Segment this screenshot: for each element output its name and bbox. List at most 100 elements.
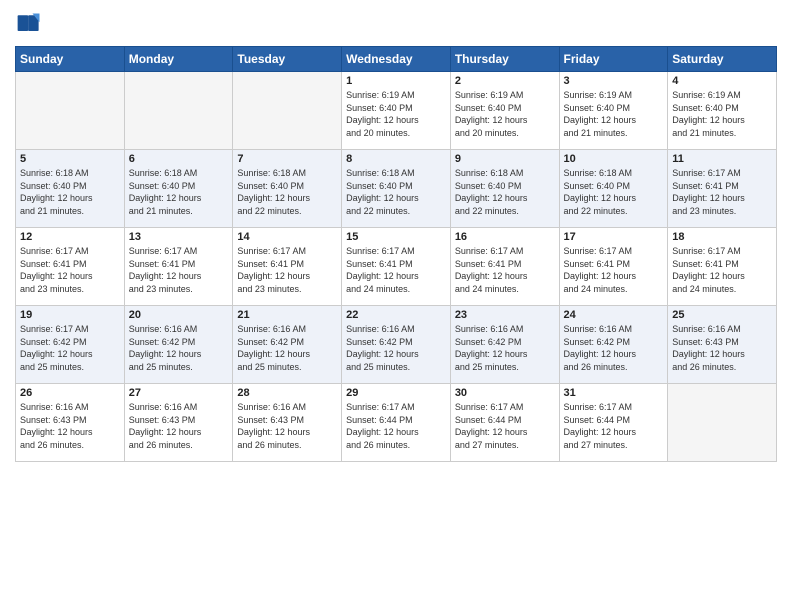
calendar-cell bbox=[124, 72, 233, 150]
calendar-cell: 15 Sunrise: 6:17 AM Sunset: 6:41 PM Dayli… bbox=[342, 228, 451, 306]
calendar-page: SundayMondayTuesdayWednesdayThursdayFrid… bbox=[0, 0, 792, 612]
day-info: Sunrise: 6:16 AM Sunset: 6:42 PM Dayligh… bbox=[455, 323, 555, 373]
day-info: Sunrise: 6:17 AM Sunset: 6:44 PM Dayligh… bbox=[346, 401, 446, 451]
day-info: Sunrise: 6:17 AM Sunset: 6:44 PM Dayligh… bbox=[564, 401, 664, 451]
day-number: 8 bbox=[346, 153, 446, 165]
calendar-cell: 12 Sunrise: 6:17 AM Sunset: 6:41 PM Dayli… bbox=[16, 228, 125, 306]
calendar-cell: 31Sunrise: 6:17 AM Sunset: 6:44 PM Dayli… bbox=[559, 384, 668, 462]
day-info: Sunrise: 6:18 AM Sunset: 6:40 PM Dayligh… bbox=[237, 167, 337, 217]
calendar-cell: 20 Sunrise: 6:16 AM Sunset: 6:42 PM Dayli… bbox=[124, 306, 233, 384]
day-info: Sunrise: 6:16 AM Sunset: 6:43 PM Dayligh… bbox=[129, 401, 229, 451]
day-number: 24 bbox=[564, 309, 664, 321]
weekday-header-tuesday: Tuesday bbox=[233, 47, 342, 72]
calendar-cell: 9Sunrise: 6:18 AM Sunset: 6:40 PM Daylig… bbox=[450, 150, 559, 228]
day-number: 21 bbox=[237, 309, 337, 321]
day-info: Sunrise: 6:16 AM Sunset: 6:43 PM Dayligh… bbox=[672, 323, 772, 373]
calendar-cell: 10 Sunrise: 6:18 AM Sunset: 6:40 PM Dayli… bbox=[559, 150, 668, 228]
day-number: 17 bbox=[564, 231, 664, 243]
day-info: Sunrise: 6:16 AM Sunset: 6:42 PM Dayligh… bbox=[346, 323, 446, 373]
day-number: 11 bbox=[672, 153, 772, 165]
calendar-cell bbox=[668, 384, 777, 462]
weekday-header-thursday: Thursday bbox=[450, 47, 559, 72]
day-number: 28 bbox=[237, 387, 337, 399]
week-row-2: 5 Sunrise: 6:18 AM Sunset: 6:40 PM Daylig… bbox=[16, 150, 777, 228]
day-info: Sunrise: 6:17 AM Sunset: 6:41 PM Dayligh… bbox=[237, 245, 337, 295]
calendar-cell: 11 Sunrise: 6:17 AM Sunset: 6:41 PM Dayli… bbox=[668, 150, 777, 228]
calendar-cell: 28 Sunrise: 6:16 AM Sunset: 6:43 PM Dayli… bbox=[233, 384, 342, 462]
day-info: Sunrise: 6:17 AM Sunset: 6:41 PM Dayligh… bbox=[455, 245, 555, 295]
day-number: 5 bbox=[20, 153, 120, 165]
day-number: 27 bbox=[129, 387, 229, 399]
day-number: 25 bbox=[672, 309, 772, 321]
calendar-cell: 4Sunrise: 6:19 AM Sunset: 6:40 PM Daylig… bbox=[668, 72, 777, 150]
day-info: Sunrise: 6:17 AM Sunset: 6:41 PM Dayligh… bbox=[129, 245, 229, 295]
calendar-cell: 13 Sunrise: 6:17 AM Sunset: 6:41 PM Dayli… bbox=[124, 228, 233, 306]
calendar-cell bbox=[16, 72, 125, 150]
calendar-cell: 18 Sunrise: 6:17 AM Sunset: 6:41 PM Dayli… bbox=[668, 228, 777, 306]
day-info: Sunrise: 6:16 AM Sunset: 6:43 PM Dayligh… bbox=[20, 401, 120, 451]
day-info: Sunrise: 6:18 AM Sunset: 6:40 PM Dayligh… bbox=[129, 167, 229, 217]
calendar-table: SundayMondayTuesdayWednesdayThursdayFrid… bbox=[15, 46, 777, 462]
day-number: 9 bbox=[455, 153, 555, 165]
day-info: Sunrise: 6:17 AM Sunset: 6:41 PM Dayligh… bbox=[672, 245, 772, 295]
header bbox=[15, 10, 777, 38]
calendar-cell: 5 Sunrise: 6:18 AM Sunset: 6:40 PM Daylig… bbox=[16, 150, 125, 228]
day-info: Sunrise: 6:17 AM Sunset: 6:41 PM Dayligh… bbox=[20, 245, 120, 295]
calendar-cell: 25 Sunrise: 6:16 AM Sunset: 6:43 PM Dayli… bbox=[668, 306, 777, 384]
day-number: 13 bbox=[129, 231, 229, 243]
calendar-cell: 26 Sunrise: 6:16 AM Sunset: 6:43 PM Dayli… bbox=[16, 384, 125, 462]
weekday-header-monday: Monday bbox=[124, 47, 233, 72]
day-number: 12 bbox=[20, 231, 120, 243]
calendar-cell: 8 Sunrise: 6:18 AM Sunset: 6:40 PM Daylig… bbox=[342, 150, 451, 228]
week-row-5: 26 Sunrise: 6:16 AM Sunset: 6:43 PM Dayli… bbox=[16, 384, 777, 462]
day-number: 22 bbox=[346, 309, 446, 321]
weekday-header-row: SundayMondayTuesdayWednesdayThursdayFrid… bbox=[16, 47, 777, 72]
weekday-header-wednesday: Wednesday bbox=[342, 47, 451, 72]
calendar-cell: 19Sunrise: 6:17 AM Sunset: 6:42 PM Dayli… bbox=[16, 306, 125, 384]
day-number: 4 bbox=[672, 75, 772, 87]
calendar-cell: 27 Sunrise: 6:16 AM Sunset: 6:43 PM Dayli… bbox=[124, 384, 233, 462]
calendar-cell: 24 Sunrise: 6:16 AM Sunset: 6:42 PM Dayli… bbox=[559, 306, 668, 384]
day-info: Sunrise: 6:16 AM Sunset: 6:42 PM Dayligh… bbox=[564, 323, 664, 373]
calendar-cell: 17 Sunrise: 6:17 AM Sunset: 6:41 PM Dayli… bbox=[559, 228, 668, 306]
day-info: Sunrise: 6:17 AM Sunset: 6:41 PM Dayligh… bbox=[564, 245, 664, 295]
day-number: 15 bbox=[346, 231, 446, 243]
day-number: 10 bbox=[564, 153, 664, 165]
calendar-cell: 1 Sunrise: 6:19 AM Sunset: 6:40 PM Daylig… bbox=[342, 72, 451, 150]
calendar-cell: 6 Sunrise: 6:18 AM Sunset: 6:40 PM Daylig… bbox=[124, 150, 233, 228]
day-info: Sunrise: 6:17 AM Sunset: 6:41 PM Dayligh… bbox=[346, 245, 446, 295]
calendar-cell: 30Sunrise: 6:17 AM Sunset: 6:44 PM Dayli… bbox=[450, 384, 559, 462]
day-info: Sunrise: 6:18 AM Sunset: 6:40 PM Dayligh… bbox=[20, 167, 120, 217]
day-info: Sunrise: 6:19 AM Sunset: 6:40 PM Dayligh… bbox=[346, 89, 446, 139]
day-info: Sunrise: 6:19 AM Sunset: 6:40 PM Dayligh… bbox=[455, 89, 555, 139]
day-info: Sunrise: 6:17 AM Sunset: 6:44 PM Dayligh… bbox=[455, 401, 555, 451]
calendar-cell: 21Sunrise: 6:16 AM Sunset: 6:42 PM Dayli… bbox=[233, 306, 342, 384]
weekday-header-friday: Friday bbox=[559, 47, 668, 72]
day-info: Sunrise: 6:16 AM Sunset: 6:43 PM Dayligh… bbox=[237, 401, 337, 451]
day-info: Sunrise: 6:16 AM Sunset: 6:42 PM Dayligh… bbox=[129, 323, 229, 373]
day-info: Sunrise: 6:19 AM Sunset: 6:40 PM Dayligh… bbox=[564, 89, 664, 139]
day-number: 2 bbox=[455, 75, 555, 87]
day-number: 6 bbox=[129, 153, 229, 165]
calendar-cell bbox=[233, 72, 342, 150]
calendar-cell: 22 Sunrise: 6:16 AM Sunset: 6:42 PM Dayli… bbox=[342, 306, 451, 384]
day-info: Sunrise: 6:18 AM Sunset: 6:40 PM Dayligh… bbox=[564, 167, 664, 217]
day-info: Sunrise: 6:17 AM Sunset: 6:41 PM Dayligh… bbox=[672, 167, 772, 217]
weekday-header-saturday: Saturday bbox=[668, 47, 777, 72]
weekday-header-sunday: Sunday bbox=[16, 47, 125, 72]
calendar-cell: 29Sunrise: 6:17 AM Sunset: 6:44 PM Dayli… bbox=[342, 384, 451, 462]
calendar-cell: 16 Sunrise: 6:17 AM Sunset: 6:41 PM Dayli… bbox=[450, 228, 559, 306]
day-number: 1 bbox=[346, 75, 446, 87]
day-number: 19 bbox=[20, 309, 120, 321]
calendar-cell: 7Sunrise: 6:18 AM Sunset: 6:40 PM Daylig… bbox=[233, 150, 342, 228]
day-number: 14 bbox=[237, 231, 337, 243]
day-number: 26 bbox=[20, 387, 120, 399]
day-number: 23 bbox=[455, 309, 555, 321]
week-row-4: 19Sunrise: 6:17 AM Sunset: 6:42 PM Dayli… bbox=[16, 306, 777, 384]
day-number: 18 bbox=[672, 231, 772, 243]
calendar-cell: 2 Sunrise: 6:19 AM Sunset: 6:40 PM Daylig… bbox=[450, 72, 559, 150]
day-number: 20 bbox=[129, 309, 229, 321]
day-info: Sunrise: 6:18 AM Sunset: 6:40 PM Dayligh… bbox=[346, 167, 446, 217]
day-number: 16 bbox=[455, 231, 555, 243]
logo bbox=[15, 10, 47, 38]
